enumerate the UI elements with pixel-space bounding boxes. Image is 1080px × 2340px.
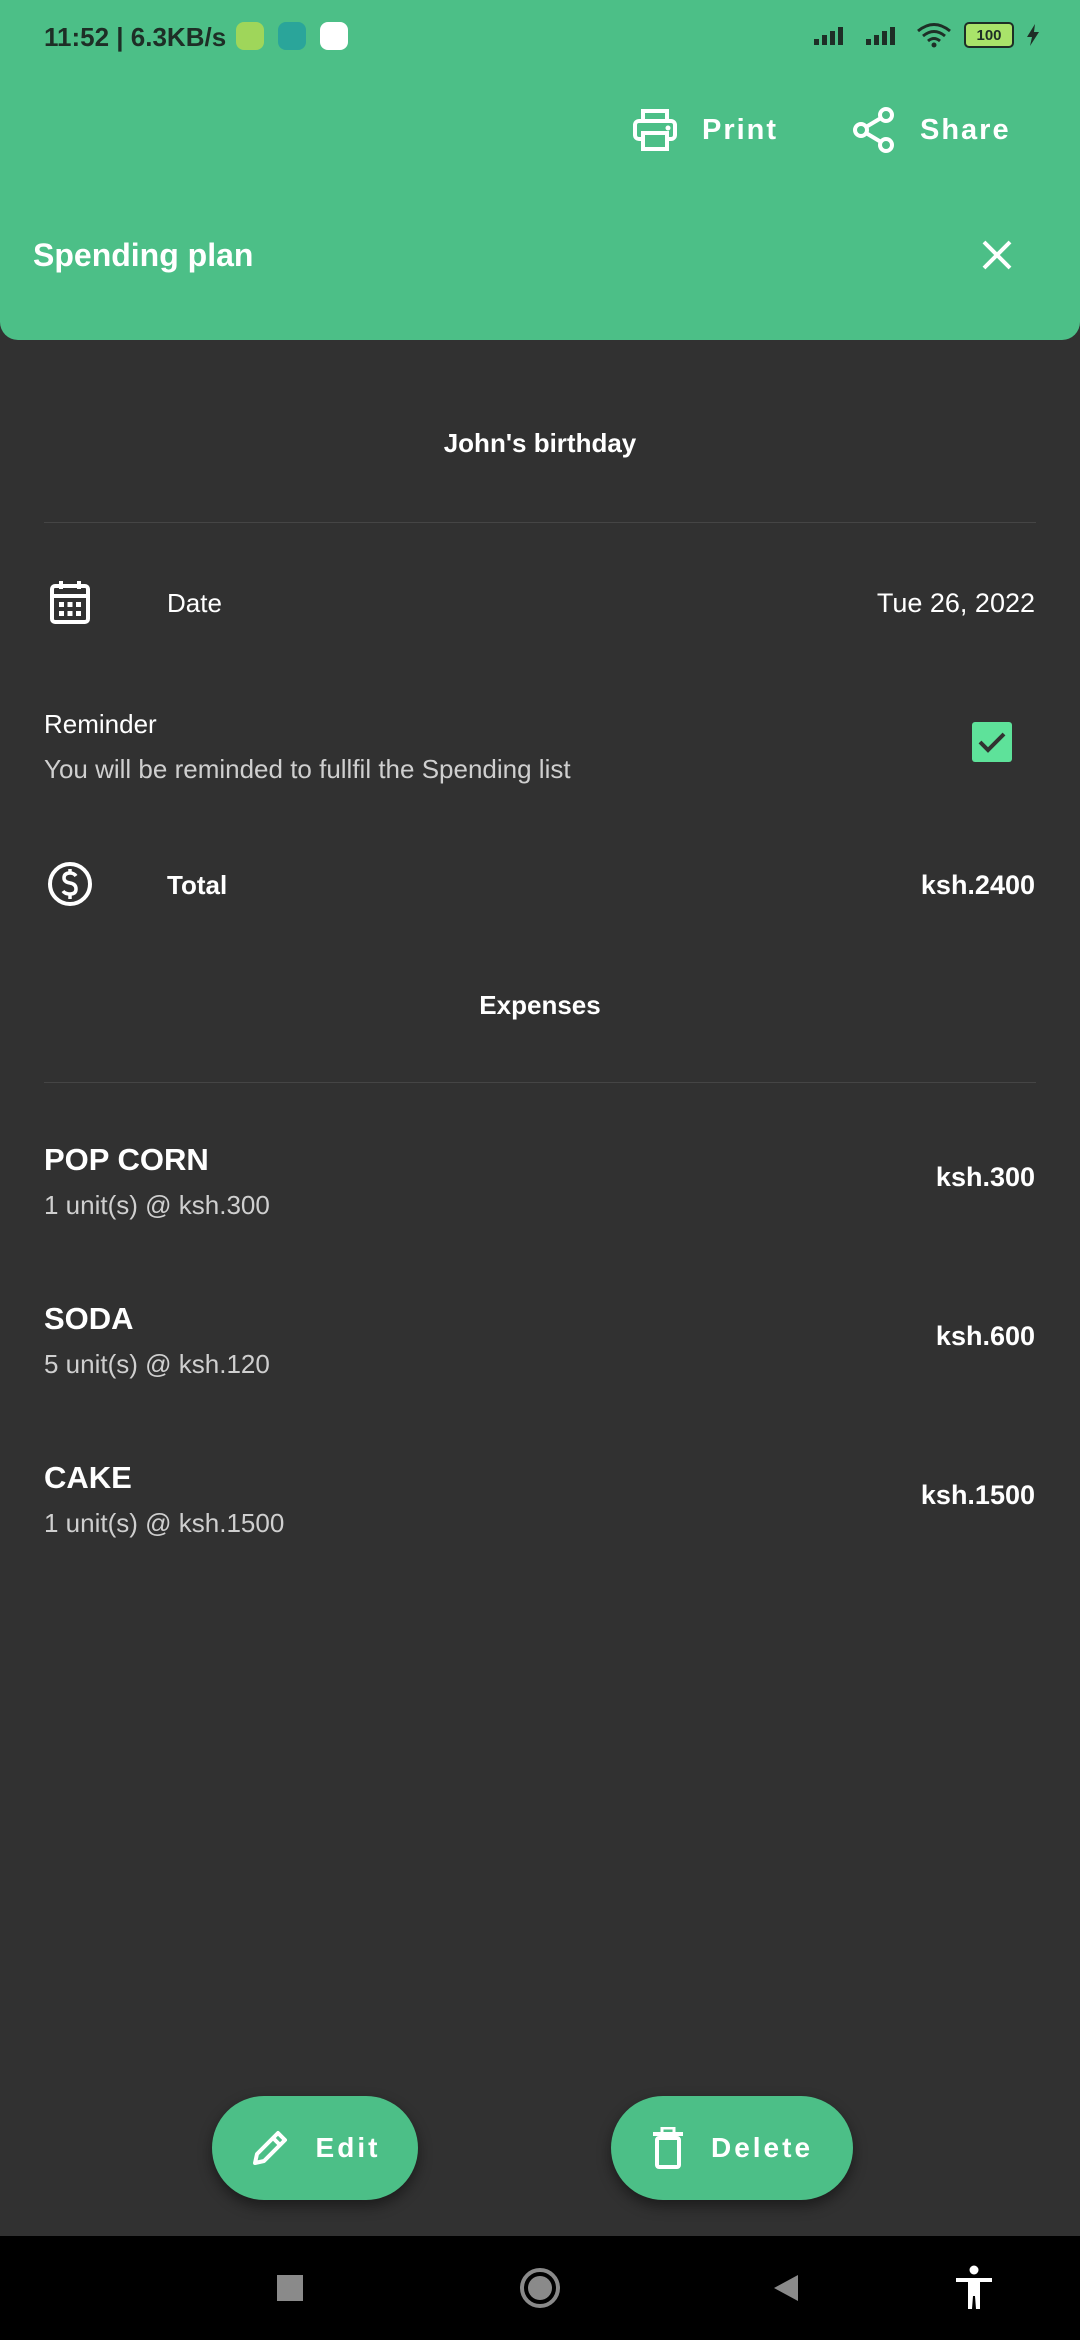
share-label: Share [920,113,1011,146]
delete-button[interactable]: Delete [611,2096,853,2200]
status-time: 11:52 | 6.3KB/s [44,22,227,52]
triangle-back-icon [774,2275,798,2301]
wifi-icon [917,23,951,48]
share-button[interactable]: Share [852,100,1011,160]
reminder-checkbox[interactable] [972,722,1012,762]
pencil-icon [252,2131,287,2165]
page-title: Spending plan [33,237,254,273]
list-item[interactable]: CAKE 1 unit(s) @ ksh.1500 ksh.1500 [0,1460,1080,1580]
date-value[interactable]: Tue 26, 2022 [877,588,1035,619]
total-label: Total [167,870,228,900]
divider [44,522,1036,523]
delete-label: Delete [710,2132,814,2163]
expense-amount: ksh.600 [935,1321,1035,1351]
list-item[interactable]: SODA 5 unit(s) @ ksh.120 ksh.600 [0,1301,1080,1421]
back-button[interactable] [760,2262,812,2314]
home-button[interactable] [514,2262,566,2314]
expense-name: SODA [44,1301,134,1336]
expense-amount: ksh.1500 [920,1480,1035,1510]
circle-icon [520,2268,560,2308]
status-bar: 11:52 | 6.3KB/s 100 [0,0,1080,76]
shield-notification-icon [278,22,306,50]
expense-name: CAKE [44,1460,132,1495]
close-icon [982,240,1012,270]
signal-icon [814,27,843,45]
edit-label: Edit [315,2132,381,2163]
expense-name: POP CORN [44,1142,209,1177]
accessibility-icon [956,2265,992,2309]
signal-icon-2 [866,27,895,45]
printer-icon [633,109,677,151]
dollar-circle-icon [44,858,96,910]
date-label: Date [167,588,222,618]
trash-icon [652,2127,683,2169]
share-icon [853,107,894,153]
expense-detail: 1 unit(s) @ ksh.300 [44,1190,270,1220]
charging-icon [1027,24,1039,46]
print-button[interactable]: Print [632,100,778,160]
total-value: ksh.2400 [920,870,1035,900]
divider [44,1082,1036,1083]
expense-detail: 1 unit(s) @ ksh.1500 [44,1508,285,1538]
event-title: John's birthday [443,428,637,458]
accessibility-button[interactable] [948,2262,1000,2314]
battery-icon: 100 [964,22,1014,48]
list-item[interactable]: POP CORN 1 unit(s) @ ksh.300 ksh.300 [0,1142,1080,1262]
reminder-title: Reminder [44,709,157,739]
status-right: 100 [812,22,1040,48]
system-nav-bar [0,2236,1080,2340]
expenses-heading: Expenses [479,990,601,1020]
close-button[interactable] [972,230,1022,280]
recent-apps-button[interactable] [264,2262,316,2314]
expense-amount: ksh.300 [935,1162,1035,1192]
print-label: Print [702,113,779,146]
app-header: 11:52 | 6.3KB/s 100 Print Share Spending… [0,0,1080,340]
app-notification-icon [236,22,264,50]
edit-button[interactable]: Edit [212,2096,418,2200]
reminder-subtitle: You will be reminded to fullfil the Spen… [44,754,571,784]
expense-detail: 5 unit(s) @ ksh.120 [44,1349,270,1379]
calendar-icon [44,576,96,628]
square-icon [277,2275,303,2301]
status-notification-icons [236,22,348,52]
check-icon [978,732,1006,753]
slack-notification-icon [320,22,348,50]
